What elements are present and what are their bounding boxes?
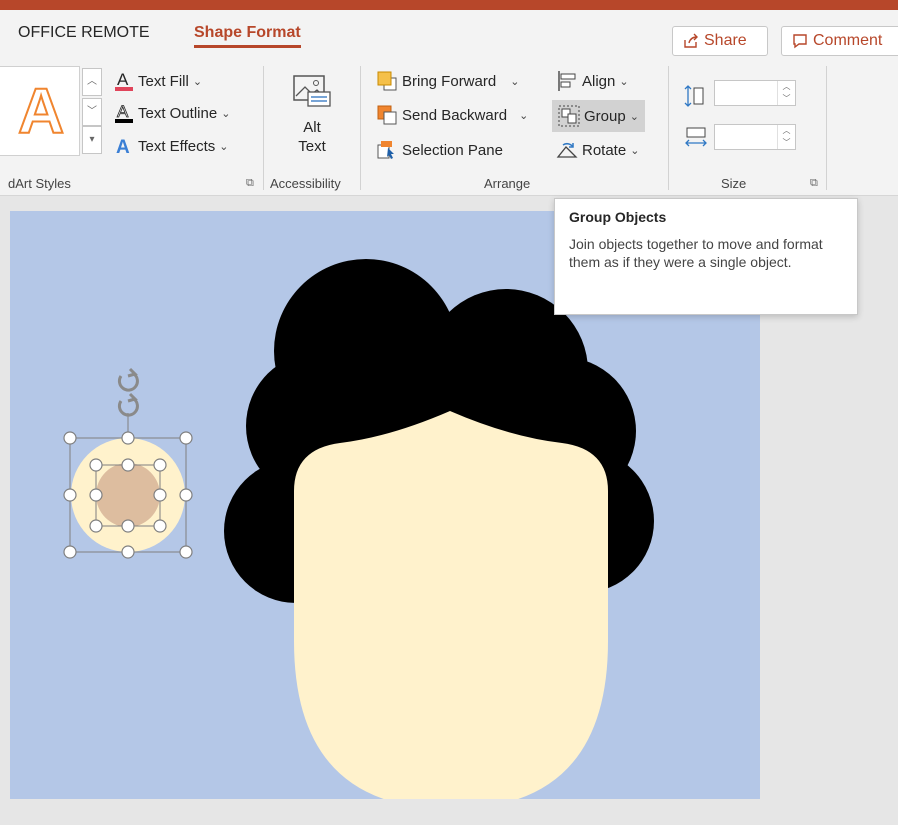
size-group-label: Size bbox=[721, 176, 747, 191]
share-icon bbox=[684, 33, 698, 48]
gallery-expand[interactable]: ▾ bbox=[82, 126, 102, 154]
bring-forward-icon bbox=[377, 71, 397, 91]
rotate-icon bbox=[556, 142, 578, 158]
height-spinner[interactable]: ︿ ﹀ bbox=[777, 81, 795, 105]
text-fill-button[interactable]: A Text Fill ⌄ bbox=[114, 70, 202, 92]
text-fill-icon: A bbox=[115, 70, 133, 91]
group-separator bbox=[826, 66, 827, 190]
chevron-down-icon: ⌄ bbox=[629, 110, 639, 123]
shape-height-icon bbox=[684, 85, 704, 107]
text-outline-label: Text Outline bbox=[138, 104, 218, 122]
face-shape[interactable] bbox=[294, 411, 608, 799]
width-spinner[interactable]: ︿ ﹀ bbox=[777, 125, 795, 149]
ribbon: A ︿ ﹀ ▾ A Text Fill ⌄ A Text Outline ⌄ A… bbox=[0, 60, 898, 196]
selection-pane-label: Selection Pane bbox=[402, 141, 503, 159]
chevron-down-icon: ⌄ bbox=[510, 75, 520, 88]
share-label: Share bbox=[704, 32, 747, 49]
ribbon-tab-bar: OFFICE REMOTE Shape Format Share Comment bbox=[0, 10, 898, 60]
comments-button[interactable]: Comment bbox=[781, 26, 898, 56]
svg-text:A: A bbox=[117, 70, 129, 89]
alt-text-label-2: Text bbox=[298, 138, 326, 155]
align-label: Align bbox=[582, 72, 616, 90]
text-effects-button[interactable]: A Text Effects ⌄ bbox=[114, 136, 228, 156]
tooltip-title: Group Objects bbox=[569, 209, 667, 225]
group-icon bbox=[558, 105, 580, 127]
wordart-gallery[interactable]: A bbox=[0, 66, 80, 156]
group-label: Group bbox=[584, 107, 626, 125]
group-separator bbox=[360, 66, 361, 190]
shape-width-input[interactable]: ︿ ﹀ bbox=[714, 124, 796, 150]
tab-shape-format[interactable]: Shape Format bbox=[194, 24, 301, 48]
shape-height-input[interactable]: ︿ ﹀ bbox=[714, 80, 796, 106]
group-separator bbox=[263, 66, 264, 190]
alt-text-label-1: Alt bbox=[303, 119, 321, 136]
accessibility-group-label: Accessibility bbox=[270, 176, 341, 191]
align-icon bbox=[558, 71, 576, 91]
send-backward-icon bbox=[377, 105, 397, 125]
selection-pane-icon bbox=[377, 141, 394, 159]
tab-office-remote[interactable]: OFFICE REMOTE bbox=[18, 24, 150, 42]
chevron-down-icon: ⌄ bbox=[619, 75, 629, 88]
dialog-launcher-icon[interactable]: ⧉ bbox=[810, 177, 818, 190]
arrange-group-label: Arrange bbox=[484, 176, 531, 191]
rotate-handle-icon[interactable] bbox=[117, 367, 139, 417]
alt-text-button[interactable]: Alt Text bbox=[282, 74, 342, 164]
text-outline-icon: A bbox=[115, 102, 133, 123]
wordart-styles-group-label: dArt Styles bbox=[8, 176, 71, 191]
gallery-scroll-down[interactable]: ﹀ bbox=[82, 98, 102, 126]
comment-icon bbox=[793, 34, 807, 49]
alt-text-icon bbox=[293, 75, 331, 107]
rotate-button[interactable]: Rotate ⌄ bbox=[556, 139, 639, 161]
svg-text:A: A bbox=[116, 137, 130, 156]
wordart-style-preview: A bbox=[17, 74, 65, 148]
share-button[interactable]: Share bbox=[672, 26, 768, 56]
chevron-down-icon: ⌄ bbox=[630, 144, 640, 157]
shape-width-icon bbox=[685, 127, 707, 147]
text-outline-button[interactable]: A Text Outline ⌄ bbox=[114, 102, 230, 124]
chevron-down-icon: ⌄ bbox=[221, 107, 231, 120]
selection-pane-button[interactable]: Selection Pane bbox=[376, 139, 503, 161]
text-fill-label: Text Fill bbox=[138, 72, 189, 90]
send-backward-button[interactable]: Send Backward ⌄ bbox=[376, 104, 528, 126]
gallery-scroll-up[interactable]: ︿ bbox=[82, 68, 102, 96]
chevron-down-icon: ⌄ bbox=[219, 140, 229, 153]
comments-label: Comment bbox=[813, 32, 883, 49]
bring-forward-button[interactable]: Bring Forward ⌄ bbox=[376, 70, 519, 92]
bring-forward-label: Bring Forward bbox=[402, 72, 497, 90]
group-separator bbox=[668, 66, 669, 190]
eye-inner-circle[interactable] bbox=[96, 463, 160, 527]
group-button[interactable]: Group ⌄ bbox=[552, 100, 645, 132]
text-effects-label: Text Effects bbox=[138, 137, 216, 155]
group-objects-tooltip: Group Objects Join objects together to m… bbox=[554, 198, 858, 315]
send-backward-label: Send Backward bbox=[402, 106, 508, 124]
chevron-down-icon: ⌄ bbox=[192, 75, 203, 88]
tooltip-body: Join objects together to move and format… bbox=[569, 236, 823, 270]
rotate-label: Rotate bbox=[582, 141, 627, 159]
dialog-launcher-icon[interactable]: ⧉ bbox=[246, 177, 254, 190]
chevron-down-icon: ⌄ bbox=[519, 109, 529, 122]
align-button[interactable]: Align ⌄ bbox=[556, 70, 629, 92]
text-effects-icon: A bbox=[116, 137, 130, 156]
title-bar bbox=[0, 0, 898, 10]
svg-text:A: A bbox=[117, 102, 129, 121]
